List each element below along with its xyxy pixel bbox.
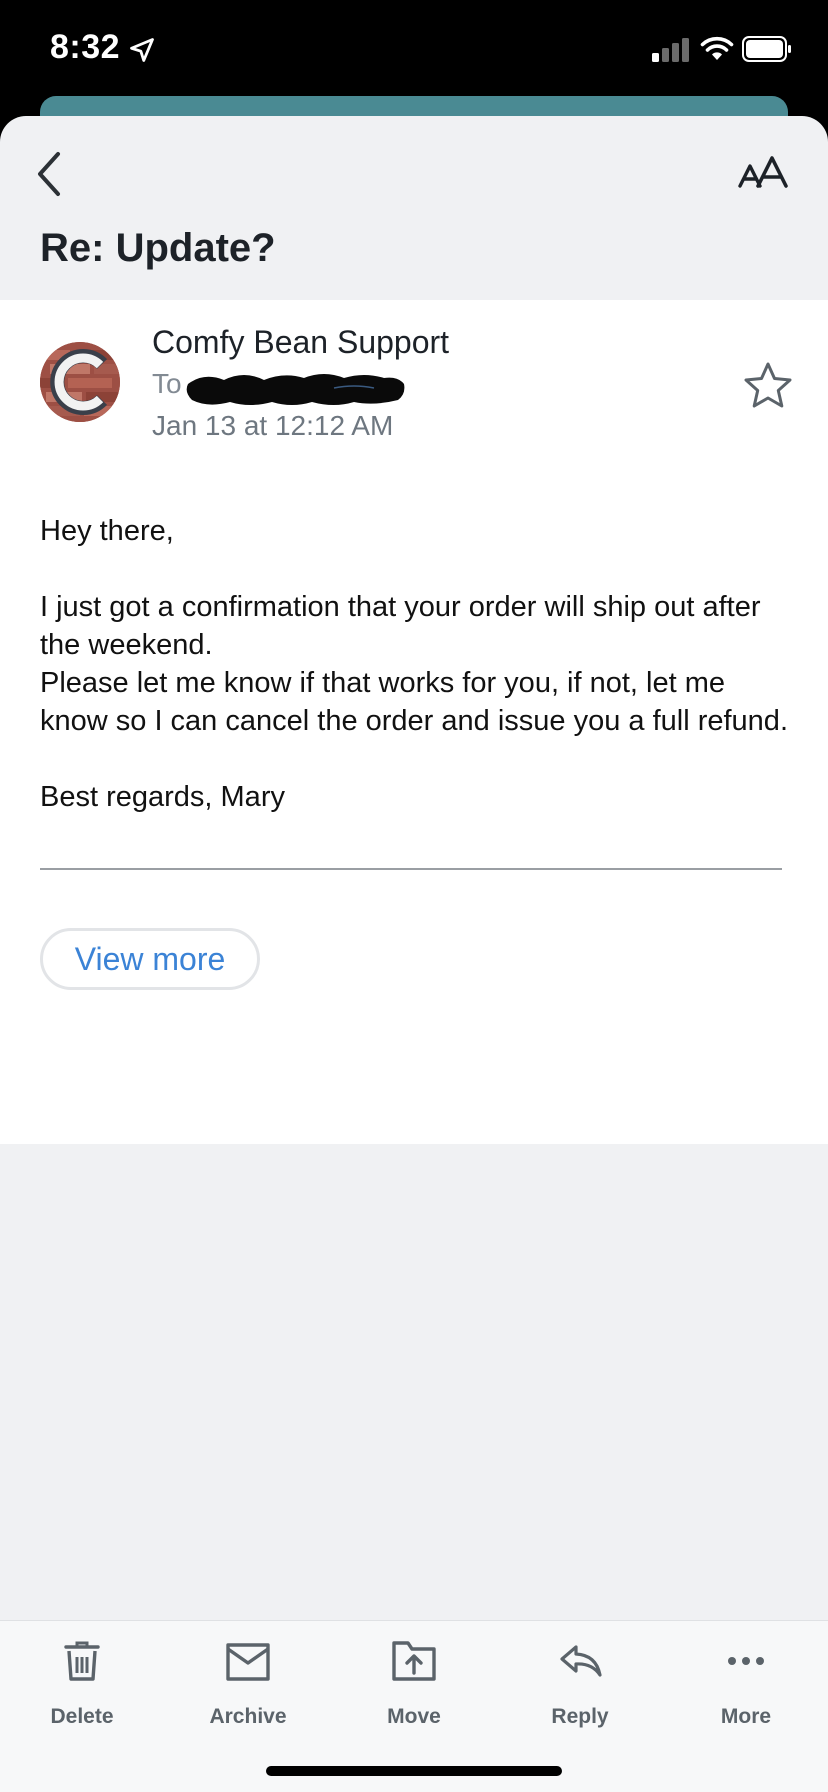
email-screen: 8:32 Re: Update? Comfy Bean Support To J… [0, 0, 828, 1792]
status-bar: 8:32 [0, 0, 828, 100]
text-size-icon[interactable] [738, 152, 790, 192]
reply-button[interactable]: Reply [520, 1637, 640, 1729]
more-button[interactable]: More [686, 1637, 806, 1729]
battery-icon [742, 36, 791, 62]
reply-label: Reply [551, 1705, 609, 1728]
reply-icon [560, 1645, 602, 1677]
recipient-label: To [152, 368, 182, 399]
more-icon [728, 1657, 764, 1665]
sender-avatar[interactable] [40, 342, 120, 422]
delete-button[interactable]: Delete [22, 1637, 142, 1729]
body-line: Please let me know if that works for you… [40, 667, 788, 737]
view-more-button[interactable]: View more [40, 928, 260, 990]
back-chevron-icon[interactable] [30, 146, 70, 202]
message-card: Comfy Bean Support To Jan 13 at 12:12 AM… [0, 300, 828, 1144]
home-indicator[interactable] [266, 1766, 562, 1776]
body-greeting: Hey there, [40, 515, 174, 547]
move-button[interactable]: Move [354, 1637, 474, 1729]
sender-name[interactable]: Comfy Bean Support [152, 324, 449, 361]
star-icon[interactable] [742, 360, 794, 412]
message-body: Hey there, I just got a confirmation tha… [40, 512, 788, 816]
archive-button[interactable]: Archive [188, 1637, 308, 1729]
sender-avatar-image [40, 342, 120, 422]
status-time: 8:32 [50, 28, 121, 66]
location-arrow-icon [130, 38, 154, 62]
body-signoff: Best regards, Mary [40, 781, 285, 813]
more-label: More [720, 1705, 772, 1728]
body-line: I just got a confirmation that your orde… [40, 591, 761, 661]
wifi-icon [700, 36, 734, 60]
archive-label: Archive [209, 1705, 287, 1728]
signature-divider [40, 868, 782, 870]
move-label: Move [387, 1705, 441, 1728]
delete-label: Delete [50, 1705, 114, 1728]
redacted-recipient [186, 374, 405, 405]
message-date: Jan 13 at 12:12 AM [152, 410, 394, 441]
trash-icon [64, 1641, 100, 1681]
cellular-signal-icon [652, 38, 689, 62]
email-subject: Re: Update? [40, 226, 276, 270]
move-icon [392, 1641, 436, 1681]
archive-icon [226, 1643, 270, 1681]
message-sheet: Re: Update? Comfy Bean Support To Jan 13… [0, 116, 828, 1792]
